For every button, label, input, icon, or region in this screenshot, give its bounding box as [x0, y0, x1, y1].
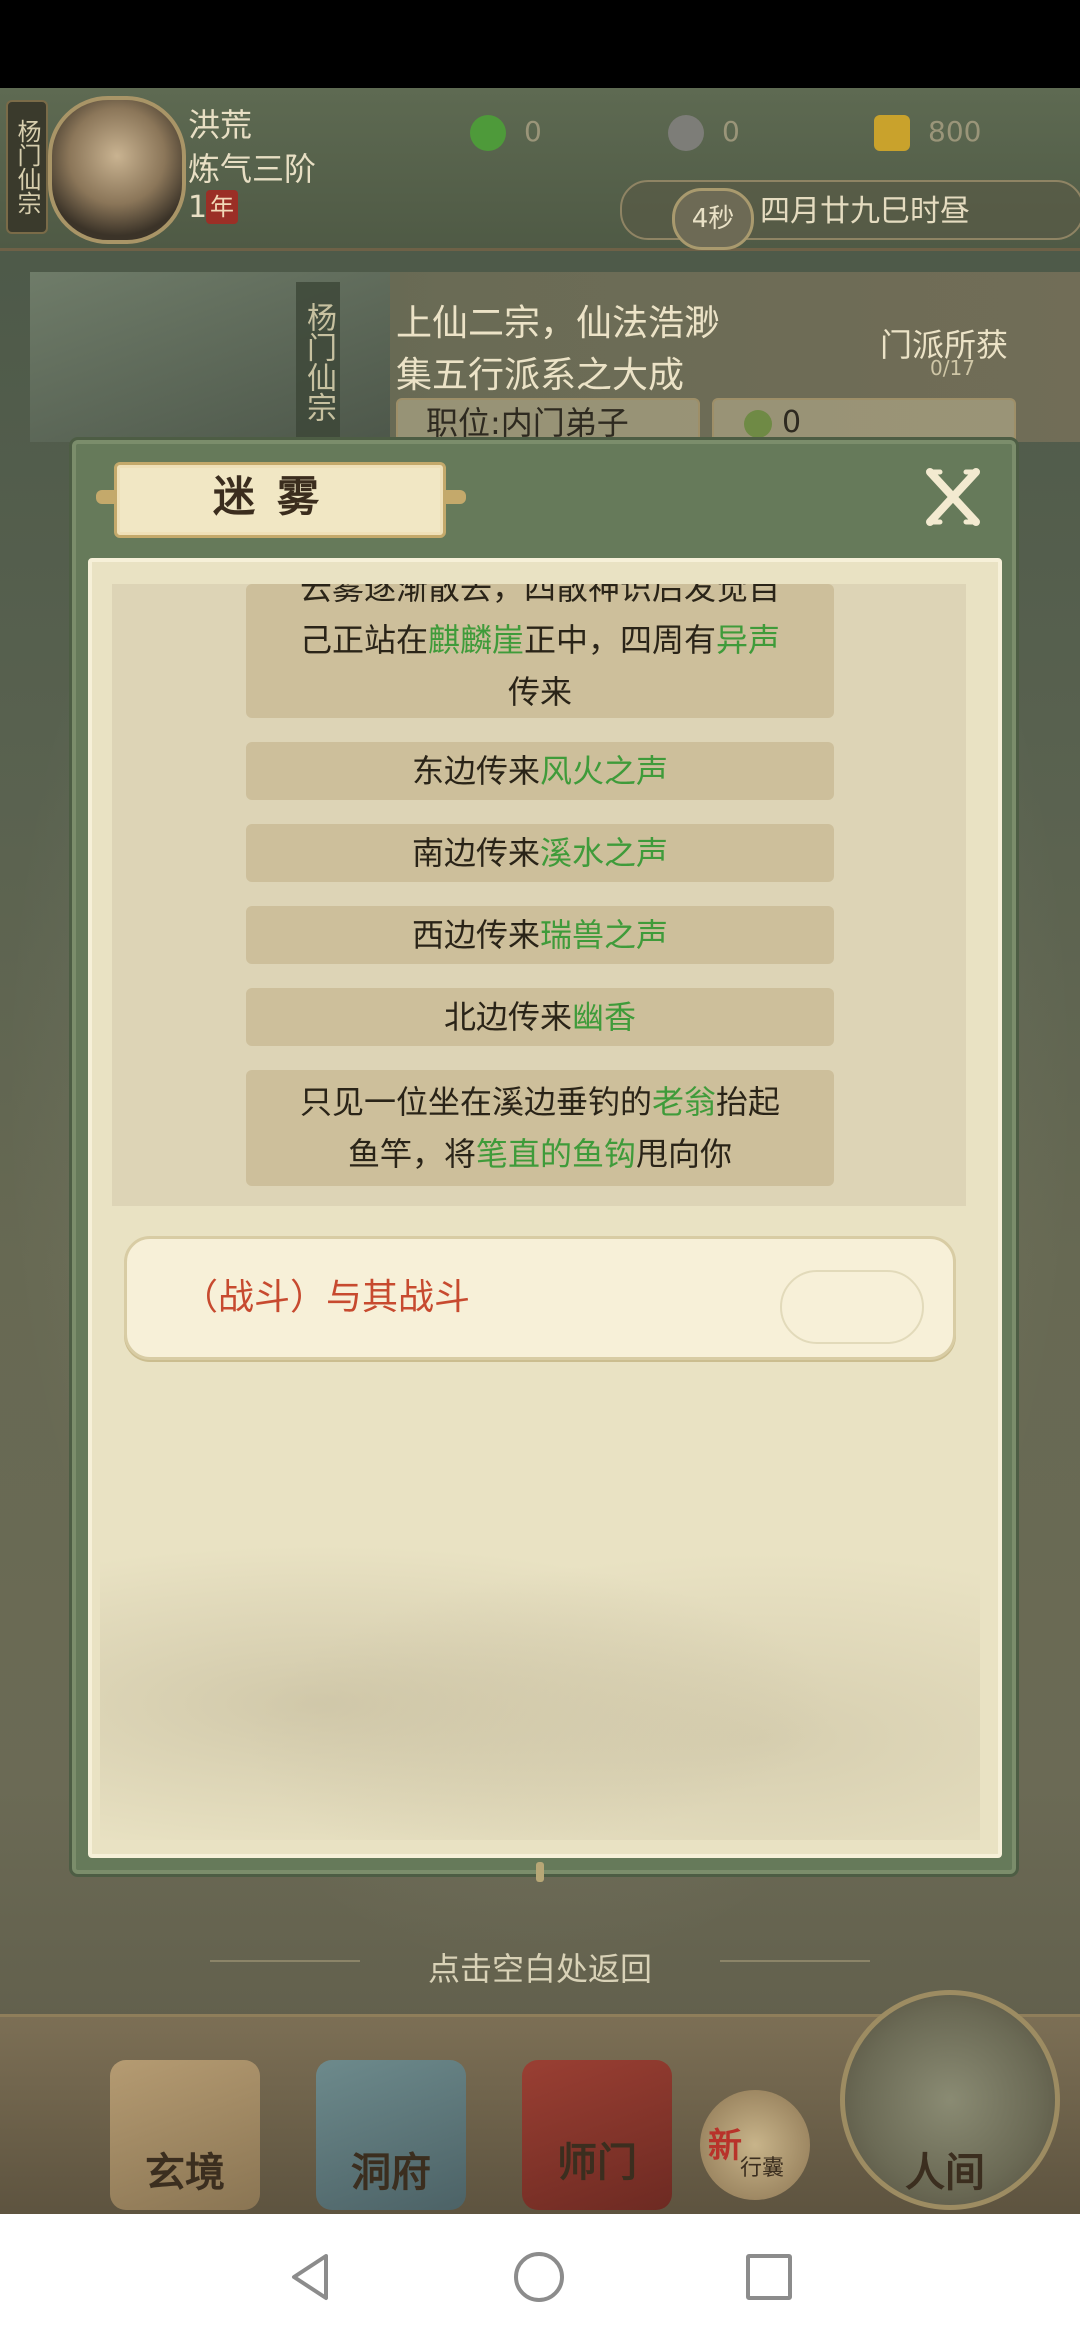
contribution-value: 0	[782, 405, 802, 440]
story-paragraph-north: 北边传来幽香	[246, 988, 834, 1046]
story-text: 甩向你	[636, 1135, 733, 1173]
resource-value: 0	[722, 115, 740, 148]
story-text: 正中，四周有	[524, 621, 717, 659]
jade-leaf-icon	[470, 115, 506, 151]
story-paragraph-old-man: 只见一位坐在溪边垂钓的老翁抬起 鱼竿，将笔直的鱼钩甩向你	[246, 1070, 834, 1186]
player-avatar[interactable]	[48, 96, 186, 244]
new-badge: 新	[708, 2126, 742, 2166]
story-paragraph-1: 云雾逐渐散去，四散神识后发觉自 己正站在麒麟崖正中，四周有异声 传来	[246, 584, 834, 718]
year-number: 1	[188, 190, 208, 225]
choice-label: （战斗）与其战斗	[182, 1277, 471, 1318]
tap-to-return-hint[interactable]: 点击空白处返回	[0, 1944, 1080, 1990]
sect-motto-line2: 集五行派系之大成	[396, 355, 685, 396]
story-text: 西边传来	[411, 916, 540, 954]
recent-apps-button[interactable]	[746, 2254, 792, 2300]
story-text: 东边传来	[411, 752, 540, 790]
tab-label: 行囊	[740, 2156, 785, 2181]
sect-gain-count: 0/17	[930, 356, 975, 380]
game-date: 四月廿九巳时昼	[760, 194, 970, 229]
player-rank: 炼气三阶	[188, 150, 317, 188]
story-highlight: 溪水之声	[540, 834, 669, 872]
story-paragraph-west: 西边传来瑞兽之声	[246, 906, 834, 964]
timer-seconds: 4秒	[672, 188, 754, 250]
landscape-art	[100, 1500, 980, 1840]
story-line: 云雾逐渐散去，四散神识后发觉自	[246, 584, 834, 614]
resource-value: 800	[928, 115, 982, 148]
contribution-icon	[744, 409, 772, 438]
resource-value: 0	[524, 115, 542, 148]
story-panel: 云雾逐渐散去，四散神识后发觉自 己正站在麒麟崖正中，四周有异声 传来 东边传来风…	[112, 584, 966, 1206]
story-text: 抬起	[716, 1083, 781, 1121]
story-paragraph-east: 东边传来风火之声	[246, 742, 834, 800]
story-highlight: 瑞兽之声	[540, 916, 669, 954]
cloud-ornament	[780, 1270, 924, 1344]
back-triangle-icon	[292, 2254, 328, 2300]
story-line: 己正站在麒麟崖正中，四周有异声	[246, 614, 834, 666]
resource-coin[interactable]: 0	[668, 112, 740, 152]
tab-label: 玄境	[145, 2150, 225, 2196]
story-highlight: 幽香	[572, 998, 637, 1036]
story-text: 云雾逐渐散去，四散神识后发觉自	[299, 584, 780, 607]
story-line: 传来	[246, 666, 834, 718]
story-text: 只见一位坐在溪边垂钓的	[299, 1083, 652, 1121]
tab-label: 师门	[557, 2140, 637, 2186]
coin-icon	[668, 115, 704, 151]
story-paragraph-south: 南边传来溪水之声	[246, 824, 834, 882]
story-text: 己正站在	[299, 621, 428, 659]
story-highlight: 笔直的鱼钩	[475, 1135, 636, 1173]
player-name: 洪荒	[188, 106, 253, 144]
dialog-title: 迷雾	[212, 472, 341, 521]
tab-label: 洞府	[351, 2150, 431, 2196]
story-text: 鱼竿，将	[347, 1135, 476, 1173]
story-highlight: 老翁	[651, 1083, 716, 1121]
sect-tag[interactable]: 杨门仙宗	[6, 100, 48, 234]
story-highlight: 风火之声	[540, 752, 669, 790]
resource-gold[interactable]: 800	[874, 112, 981, 152]
sect-vertical-name: 杨门仙宗	[296, 282, 340, 442]
story-highlight: 异声	[716, 621, 781, 659]
story-line: 只见一位坐在溪边垂钓的老翁抬起	[246, 1076, 834, 1128]
close-button[interactable]	[918, 462, 988, 532]
resource-jade[interactable]: 0	[470, 112, 542, 152]
story-highlight: 麒麟崖	[427, 621, 524, 659]
dialog-pin-ornament	[536, 1862, 544, 1882]
gold-ingot-icon	[874, 115, 910, 151]
story-line: 鱼竿，将笔直的鱼钩甩向你	[246, 1128, 834, 1180]
sect-motto-line1: 上仙二宗，仙法浩渺	[396, 303, 721, 344]
home-button[interactable]	[514, 2252, 564, 2302]
close-x-icon	[926, 468, 980, 526]
story-text: 北边传来	[443, 998, 572, 1036]
story-text: 传来	[507, 673, 572, 711]
story-text: 南边传来	[411, 834, 540, 872]
back-button[interactable]	[286, 2252, 336, 2302]
year-badge: 年	[206, 190, 238, 224]
tab-label: 人间	[905, 2150, 985, 2196]
